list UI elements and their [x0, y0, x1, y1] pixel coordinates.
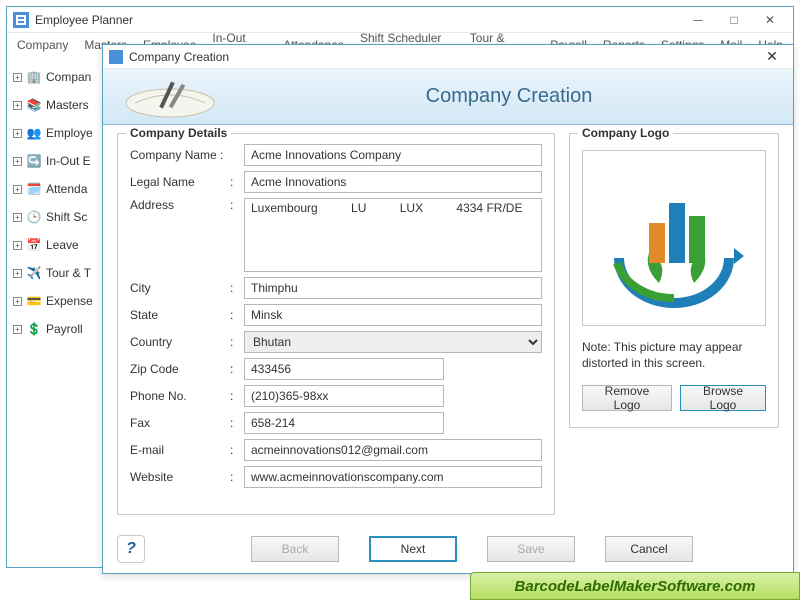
dialog-footer: ? Back Next Save Cancel [103, 535, 793, 563]
tree-label: Payroll [46, 322, 83, 336]
tree-label: Compan [46, 70, 91, 84]
expand-icon[interactable]: + [13, 185, 22, 194]
expand-icon[interactable]: + [13, 129, 22, 138]
expand-icon[interactable]: + [13, 241, 22, 250]
website-input[interactable] [244, 466, 542, 488]
date-icon: 📅 [26, 237, 42, 253]
back-button[interactable]: Back [251, 536, 339, 562]
banner-title: Company Creation [225, 85, 793, 108]
expand-icon[interactable]: + [13, 213, 22, 222]
label-zip: Zip Code [130, 362, 230, 376]
tree-item-inout[interactable]: + ↪️ In-Out E [11, 147, 102, 175]
logo-note: Note: This picture may appear distorted … [582, 340, 766, 371]
arrow-icon: ↪️ [26, 153, 42, 169]
label-email: E-mail [130, 443, 230, 457]
tree-item-shift[interactable]: + 🕒 Shift Sc [11, 203, 102, 231]
plane-icon: ✈️ [26, 265, 42, 281]
watermark: BarcodeLabelMakerSoftware.com [470, 572, 800, 600]
expand-icon[interactable]: + [13, 157, 22, 166]
zip-input[interactable] [244, 358, 444, 380]
remove-logo-button[interactable]: Remove Logo [582, 385, 672, 411]
fax-input[interactable] [244, 412, 444, 434]
legal-name-input[interactable] [244, 171, 542, 193]
label-country: Country [130, 335, 230, 349]
browse-logo-button[interactable]: Browse Logo [680, 385, 766, 411]
tree-item-expense[interactable]: + 💳 Expense [11, 287, 102, 315]
label-state: State [130, 308, 230, 322]
tree-item-company[interactable]: + 🏢 Compan [11, 63, 102, 91]
building-icon: 🏢 [26, 69, 42, 85]
logo-preview [582, 150, 766, 326]
tree-item-payroll[interactable]: + 💲 Payroll [11, 315, 102, 343]
email-input[interactable] [244, 439, 542, 461]
company-details-group: Company Details Company Name : Legal Nam… [117, 133, 555, 515]
dialog-title: Company Creation [129, 50, 229, 64]
tree-label: Attenda [46, 182, 87, 196]
dollar-icon: 💲 [26, 321, 42, 337]
label-address: Address [130, 198, 230, 212]
tree-item-attendance[interactable]: + 🗓️ Attenda [11, 175, 102, 203]
app-icon [13, 12, 29, 28]
state-input[interactable] [244, 304, 542, 326]
expand-icon[interactable]: + [13, 297, 22, 306]
expand-icon[interactable]: + [13, 269, 22, 278]
tree-item-tour[interactable]: + ✈️ Tour & T [11, 259, 102, 287]
expand-icon[interactable]: + [13, 325, 22, 334]
label-website: Website [130, 470, 230, 484]
address-input[interactable]: Luxembourg LU LUX 4334 FR/DE [244, 198, 542, 272]
tree-item-masters[interactable]: + 📚 Masters [11, 91, 102, 119]
tree-label: Masters [46, 98, 89, 112]
phone-input[interactable] [244, 385, 444, 407]
expand-icon[interactable]: + [13, 101, 22, 110]
tree-label: Expense [46, 294, 93, 308]
tree-label: Leave [46, 238, 79, 252]
tree-label: Employe [46, 126, 93, 140]
minimize-button[interactable]: ─ [681, 10, 715, 30]
dialog-icon [109, 50, 123, 64]
details-legend: Company Details [126, 126, 231, 140]
cancel-button[interactable]: Cancel [605, 536, 693, 562]
dialog-banner: Company Creation [103, 69, 793, 125]
company-logo-icon [599, 168, 749, 308]
label-phone: Phone No. [130, 389, 230, 403]
clock-icon: 🕒 [26, 209, 42, 225]
tree-label: In-Out E [46, 154, 91, 168]
label-city: City [130, 281, 230, 295]
dialog-titlebar: Company Creation ✕ [103, 45, 793, 69]
books-icon: 📚 [26, 97, 42, 113]
logo-legend: Company Logo [578, 126, 673, 140]
expand-icon[interactable]: + [13, 73, 22, 82]
nav-tree: + 🏢 Compan + 📚 Masters + 👥 Employe + ↪️ In-Out E… [7, 57, 107, 567]
label-company-name: Company Name : [130, 148, 230, 162]
country-select[interactable]: Bhutan [244, 331, 542, 353]
next-button[interactable]: Next [369, 536, 457, 562]
help-button[interactable]: ? [117, 535, 145, 563]
card-icon: 💳 [26, 293, 42, 309]
notebook-icon [115, 73, 225, 121]
menu-company[interactable]: Company [11, 36, 74, 54]
city-input[interactable] [244, 277, 542, 299]
company-name-input[interactable] [244, 144, 542, 166]
tree-label: Tour & T [46, 266, 91, 280]
company-logo-group: Company Logo Note: This picture may appe… [569, 133, 779, 428]
people-icon: 👥 [26, 125, 42, 141]
app-title: Employee Planner [35, 13, 133, 27]
close-button[interactable]: ✕ [753, 10, 787, 30]
company-creation-dialog: Company Creation ✕ Company Creation Comp… [102, 44, 794, 574]
dialog-close-button[interactable]: ✕ [757, 48, 787, 65]
tree-item-leave[interactable]: + 📅 Leave [11, 231, 102, 259]
tree-item-employee[interactable]: + 👥 Employe [11, 119, 102, 147]
label-fax: Fax [130, 416, 230, 430]
calendar-icon: 🗓️ [26, 181, 42, 197]
save-button[interactable]: Save [487, 536, 575, 562]
maximize-button[interactable]: □ [717, 10, 751, 30]
label-legal-name: Legal Name [130, 175, 230, 189]
tree-label: Shift Sc [46, 210, 87, 224]
